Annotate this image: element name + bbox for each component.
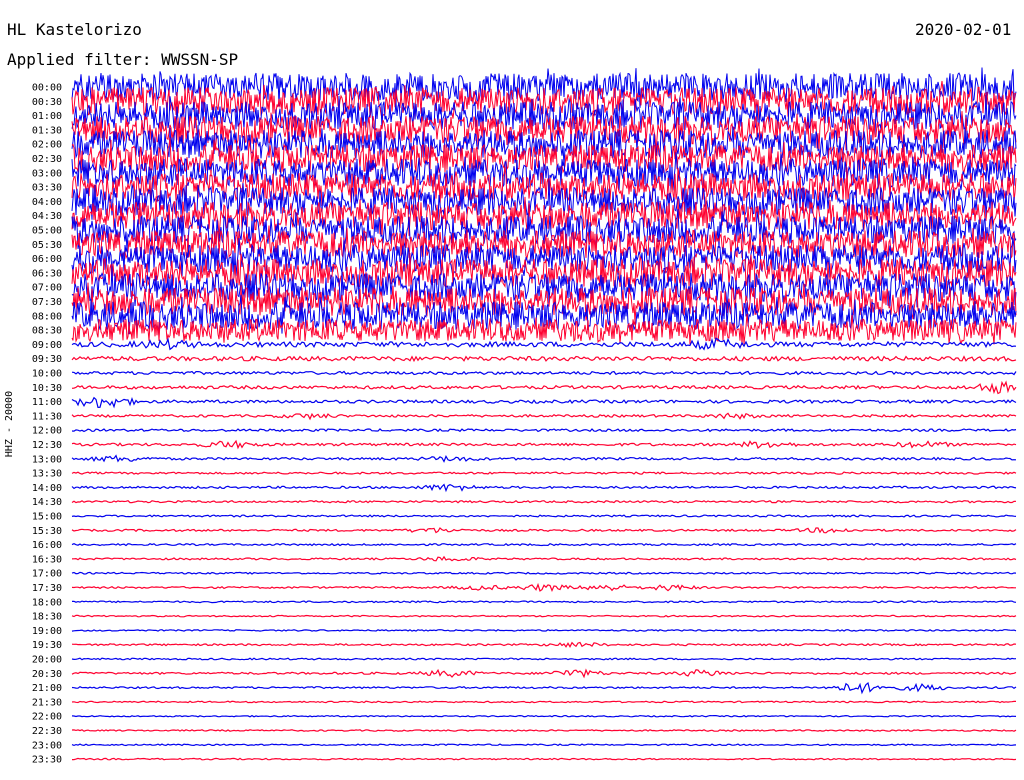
time-tick-label: 02:00 [32,140,62,151]
trace-1230 [71,439,1017,450]
trace-2130 [71,700,1016,704]
trace-2200 [71,714,1017,718]
time-tick-label: 18:00 [32,597,62,608]
time-tick-label: 02:30 [32,154,62,165]
trace-1030 [71,380,1017,395]
time-tick-label: 06:30 [32,268,62,279]
trace-1430 [71,499,1017,504]
time-tick-label: 10:00 [32,369,62,380]
trace-2100 [71,681,1017,695]
time-tick-label: 17:00 [32,569,62,580]
time-tick-label: 05:00 [32,226,62,237]
trace-1830 [71,614,1017,618]
trace-1330 [71,471,1017,475]
trace-1300 [71,454,1017,463]
time-tick-label: 23:30 [32,755,62,766]
trace-2230 [71,729,1017,732]
time-tick-label: 00:30 [32,97,62,108]
time-tick-label: 12:30 [32,440,62,451]
time-tick-label: 06:00 [32,254,62,265]
time-tick-label: 04:30 [32,211,62,222]
time-tick-label: 03:00 [32,168,62,179]
time-tick-label: 11:30 [32,411,62,422]
trace-1900 [71,629,1017,632]
time-tick-label: 09:00 [32,340,62,351]
time-tick-label: 05:30 [32,240,62,251]
trace-1700 [71,571,1017,575]
trace-0800 [71,294,1017,336]
time-tick-label: 08:30 [32,326,62,337]
time-tick-label: 12:00 [32,426,62,437]
time-tick-label: 10:30 [32,383,62,394]
time-tick-label: 23:00 [32,740,62,751]
time-tick-label: 19:00 [32,626,62,637]
trace-1530 [71,527,1017,534]
trace-1100 [71,396,1017,409]
time-tick-label: 18:30 [32,612,62,623]
time-tick-label: 03:30 [32,183,62,194]
helicorder-plot: 00:00 00:30 01:00 01:30 02:00 02:30 03:00 03:30… [32,67,1017,766]
trace-0930 [71,355,1017,363]
trace-1800 [71,600,1017,604]
trace-1400 [71,483,1017,493]
time-tick-label: 14:00 [32,483,62,494]
time-tick-label: 21:00 [32,683,62,694]
time-tick-label: 16:00 [32,540,62,551]
time-tick-label: 22:30 [32,726,62,737]
time-tick-label: 08:00 [32,311,62,322]
time-tick-label: 13:00 [32,454,62,465]
trace-2030 [71,668,1017,679]
time-tick-label: 20:30 [32,669,62,680]
time-tick-label: 14:30 [32,497,62,508]
time-tick-label: 07:30 [32,297,62,308]
time-tick-label: 00:00 [32,83,62,94]
trace-1130 [71,412,1017,421]
trace-1630 [71,555,1017,562]
time-tick-label: 11:00 [32,397,62,408]
time-tick-labels: 00:00 00:30 01:00 01:30 02:00 02:30 03:00 03:30… [32,83,62,766]
time-tick-label: 17:30 [32,583,62,594]
time-tick-label: 15:30 [32,526,62,537]
trace-1930 [71,641,1017,648]
trace-1200 [71,428,1017,433]
trace-1500 [71,514,1017,518]
time-tick-label: 01:30 [32,125,62,136]
trace-1600 [71,542,1017,547]
trace-1730 [71,582,1016,593]
time-tick-label: 13:30 [32,469,62,480]
seismic-traces [71,67,1017,761]
time-tick-label: 01:00 [32,111,62,122]
trace-2000 [71,657,1017,661]
trace-2330 [72,757,1017,761]
time-tick-label: 15:00 [32,512,62,523]
time-tick-label: 19:30 [32,640,62,651]
trace-1000 [71,370,1017,376]
time-tick-label: 16:30 [32,554,62,565]
trace-2300 [71,743,1017,747]
time-tick-label: 04:00 [32,197,62,208]
time-tick-label: 09:30 [32,354,62,365]
time-tick-label: 21:30 [32,697,62,708]
time-tick-label: 07:00 [32,283,62,294]
time-tick-label: 22:00 [32,712,62,723]
time-tick-label: 20:00 [32,655,62,666]
